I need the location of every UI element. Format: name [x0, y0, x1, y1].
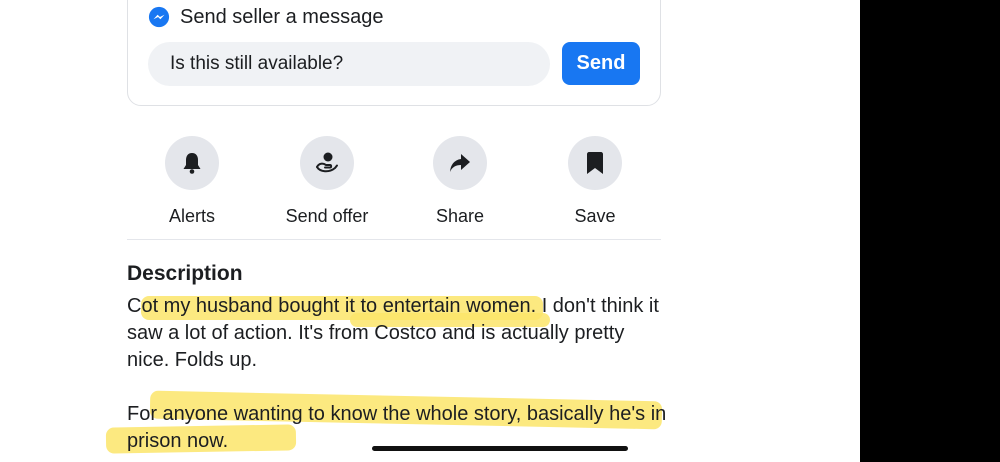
messenger-icon [148, 6, 170, 28]
description-text: Cot my husband bought it to entertain wo… [127, 293, 667, 455]
alerts-icon-circle [165, 136, 219, 190]
bell-icon [183, 153, 201, 174]
save-label: Save [574, 206, 616, 226]
share-button[interactable]: Share [400, 136, 520, 227]
save-button[interactable]: Save [535, 136, 655, 227]
description-paragraph-2: For anyone wanting to know the whole sto… [127, 403, 672, 452]
save-icon-circle [568, 136, 622, 190]
send-offer-icon-circle [300, 136, 354, 190]
alerts-button[interactable]: Alerts [132, 136, 252, 227]
section-divider [127, 239, 661, 240]
share-icon [450, 154, 470, 172]
black-edge-band [860, 0, 1000, 462]
home-indicator[interactable] [372, 446, 628, 451]
description-heading: Description [127, 262, 243, 285]
message-input[interactable]: Is this still available? [148, 42, 550, 86]
send-button[interactable]: Send [562, 42, 640, 85]
send-offer-button[interactable]: Send offer [267, 136, 387, 227]
bookmark-icon [587, 152, 603, 174]
send-offer-icon [316, 152, 338, 173]
message-title-text: Send seller a message [180, 5, 384, 28]
description-paragraph-1: Cot my husband bought it to entertain wo… [127, 295, 665, 371]
message-title: Send seller a message [148, 4, 383, 30]
alerts-label: Alerts [168, 206, 215, 226]
share-label: Share [435, 206, 485, 226]
send-offer-label: Send offer [285, 206, 369, 226]
share-icon-circle [433, 136, 487, 190]
